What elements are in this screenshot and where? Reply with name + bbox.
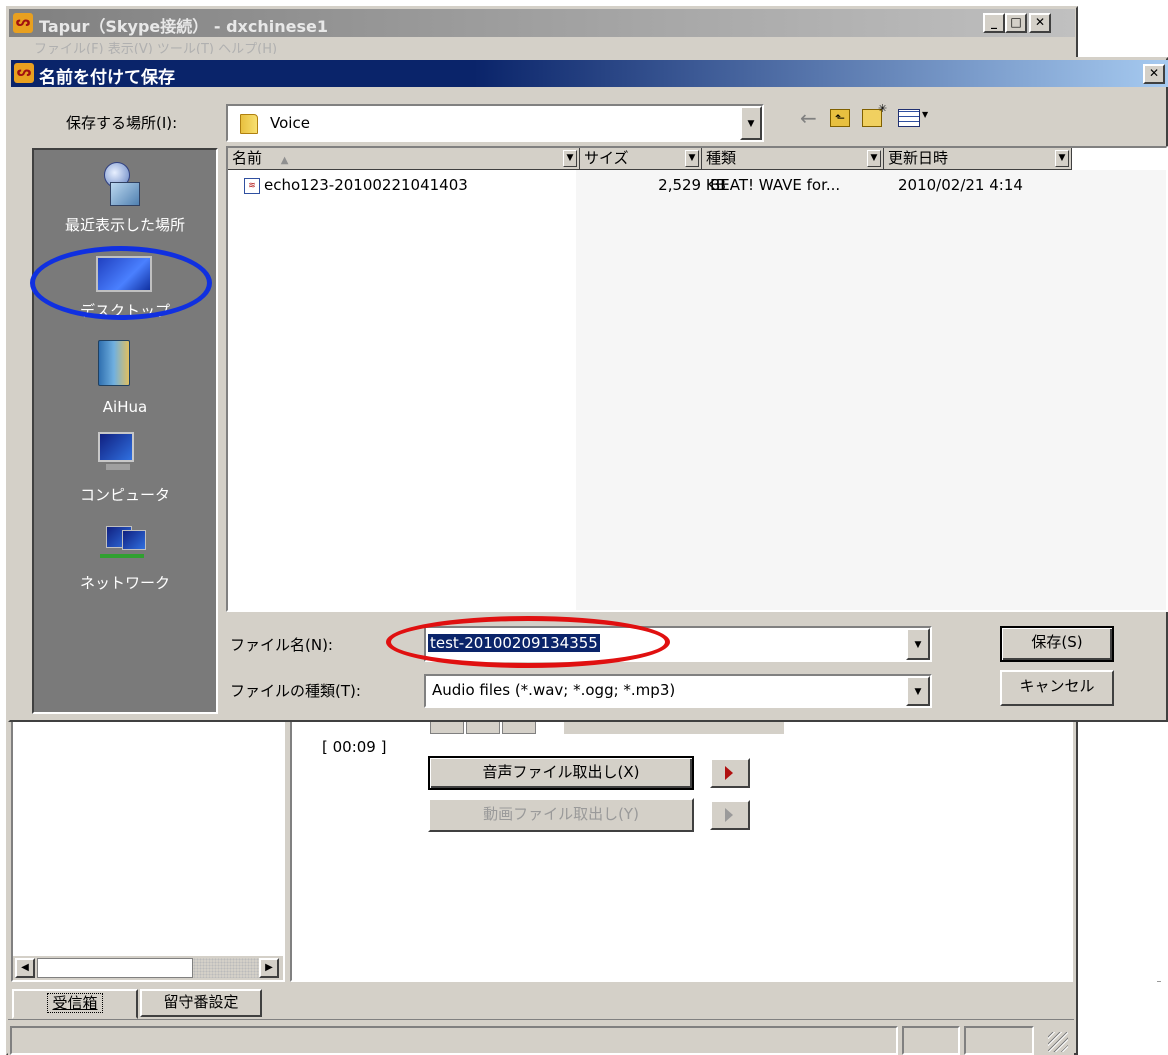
column-type-label: 種類 <box>706 149 737 167</box>
play-icon <box>725 808 733 822</box>
place-aihua[interactable]: AiHua <box>34 336 216 422</box>
dialog-title: 名前を付けて保存 <box>39 68 175 88</box>
place-computer-label: コンピュータ <box>79 486 170 504</box>
annotation-blue-ellipse <box>30 246 212 320</box>
recent-places-icon <box>98 162 140 206</box>
column-header-name[interactable]: 名前 ▲ ▼ <box>228 148 580 170</box>
column-name-filter-button[interactable]: ▼ <box>563 150 577 167</box>
column-type-filter-button[interactable]: ▼ <box>867 150 881 167</box>
back-arrow-icon[interactable]: ← <box>800 106 817 130</box>
view-menu-arrow-icon[interactable]: ▼ <box>922 110 928 119</box>
column-date-filter-button[interactable]: ▼ <box>1055 150 1069 167</box>
up-folder-icon[interactable]: ⬑ <box>830 109 850 127</box>
play-audio-button[interactable] <box>710 758 750 788</box>
close-button[interactable]: ✕ <box>1029 13 1051 33</box>
column-header-date[interactable]: 更新日時 ▼ <box>884 148 1072 170</box>
place-recent-label: 最近表示した場所 <box>64 216 185 234</box>
status-panel-main <box>10 1026 898 1055</box>
scroll-left-button[interactable]: ◀ <box>15 958 35 978</box>
resize-grip-icon[interactable] <box>1048 1032 1068 1052</box>
filetype-combo[interactable]: Audio files (*.wav; *.ogg; *.mp3) ▼ <box>424 674 932 708</box>
wave-file-icon: ≋ <box>244 178 260 194</box>
scroll-track-remaining <box>193 958 259 978</box>
maximize-button[interactable]: □ <box>1005 13 1027 33</box>
cancel-button-label: キャンセル <box>1019 677 1095 695</box>
file-list-header: 名前 ▲ ▼ サイズ ▼ 種類 ▼ 更新日時 ▼ <box>228 148 1166 170</box>
minimize-button[interactable]: _ <box>983 13 1005 33</box>
filetype-value: Audio files (*.wav; *.ogg; *.mp3) <box>432 681 676 699</box>
view-menu-icon[interactable] <box>898 109 920 127</box>
extract-audio-label: 音声ファイル取出し(X) <box>482 763 640 781</box>
extract-video-button[interactable]: 動画ファイル取出し(Y) <box>428 798 694 832</box>
sort-ascending-icon: ▲ <box>280 155 289 166</box>
tab-strip: 受信箱 留守番設定 <box>8 986 1074 1020</box>
dialog-logo-icon: ᔕ <box>14 63 34 83</box>
scroll-right-button[interactable]: ▶ <box>259 958 279 978</box>
column-header-size[interactable]: サイズ ▼ <box>580 148 702 170</box>
cancel-button[interactable]: キャンセル <box>1000 670 1114 706</box>
place-network[interactable]: ネットワーク <box>34 520 216 600</box>
filetype-label: ファイルの種類(T): <box>230 682 361 700</box>
new-folder-sparkle-icon: ✳ <box>878 102 888 115</box>
folder-icon <box>240 114 258 134</box>
dialog-toolbar: ← ⬑ ✳ ▼ <box>800 102 970 132</box>
place-network-label: ネットワーク <box>79 574 170 592</box>
dialog-titlebar: ᔕ 名前を付けて保存 ✕ <box>11 60 1168 88</box>
main-titlebar: ᔕ Tapur（Skype接続） - dxchinese1 _ □ ✕ <box>9 9 1075 37</box>
file-date: 2010/02/21 4:14 <box>898 176 1023 194</box>
file-type: BEAT! WAVE for... <box>710 176 841 194</box>
extract-video-label: 動画ファイル取出し(Y) <box>483 805 639 823</box>
column-date-label: 更新日時 <box>888 149 949 167</box>
main-menu-ghost: ファイル(F) 表示(V) ツール(T) ヘルプ(H) <box>34 42 278 54</box>
filetype-dropdown-button[interactable]: ▼ <box>906 676 930 706</box>
main-left-pane <box>11 720 285 982</box>
app-logo-icon: ᔕ <box>13 13 33 33</box>
play-icon <box>725 766 733 780</box>
place-aihua-label: AiHua <box>102 398 148 416</box>
status-panel-2 <box>964 1026 1034 1055</box>
save-in-combo[interactable]: Voice ▼ <box>226 104 764 142</box>
hidden-controls-row <box>430 720 790 734</box>
place-computer[interactable]: コンピュータ <box>34 428 216 514</box>
status-panel-1 <box>902 1026 960 1055</box>
column-size-label: サイズ <box>584 149 629 167</box>
user-folder-icon <box>98 340 130 386</box>
extract-audio-button[interactable]: 音声ファイル取出し(X) <box>428 756 694 790</box>
file-list-column-shade <box>576 170 1166 610</box>
file-row[interactable]: ≋ echo123-20100221041403 2,529 KB BEAT! … <box>240 176 1160 198</box>
save-button[interactable]: 保存(S) <box>1000 626 1114 662</box>
computer-icon <box>98 432 146 472</box>
file-name: echo123-20100221041403 <box>264 176 468 194</box>
recording-time: [ 00:09 ] <box>322 738 387 756</box>
status-bar <box>8 1024 1074 1055</box>
filename-label: ファイル名(N): <box>230 636 333 654</box>
annotation-red-ellipse <box>386 616 670 668</box>
network-icon <box>94 526 150 566</box>
place-recent[interactable]: 最近表示した場所 <box>34 158 216 242</box>
main-window-title: Tapur（Skype接続） - dxchinese1 <box>39 17 328 36</box>
save-in-dropdown-button[interactable]: ▼ <box>740 106 762 140</box>
play-video-button[interactable] <box>710 800 750 830</box>
filename-dropdown-button[interactable]: ▼ <box>906 628 930 660</box>
scroll-track[interactable] <box>37 958 193 978</box>
column-name-label: 名前 <box>232 149 263 167</box>
tab-inbox-label: 受信箱 <box>47 993 103 1013</box>
tab-answering-settings[interactable]: 留守番設定 <box>140 989 262 1017</box>
edge-mark <box>1157 981 1161 982</box>
horizontal-scrollbar[interactable]: ◀ ▶ <box>13 956 283 980</box>
save-button-label: 保存(S) <box>1031 633 1083 651</box>
dialog-close-button[interactable]: ✕ <box>1143 64 1165 84</box>
tab-answering-settings-label: 留守番設定 <box>163 993 239 1011</box>
column-header-type[interactable]: 種類 ▼ <box>702 148 884 170</box>
tab-inbox[interactable]: 受信箱 <box>12 989 138 1019</box>
save-in-label: 保存する場所(I): <box>66 114 178 132</box>
file-size: 2,529 KB <box>658 176 726 194</box>
save-in-value: Voice <box>270 114 310 132</box>
column-size-filter-button[interactable]: ▼ <box>685 150 699 167</box>
